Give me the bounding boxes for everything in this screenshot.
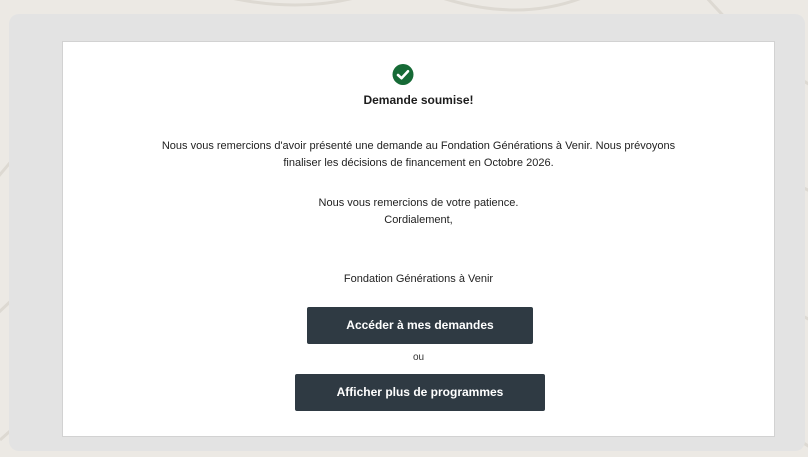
- confirmation-title: Demande soumise!: [363, 93, 474, 107]
- organization-signature: Fondation Générations à Venir: [343, 273, 494, 285]
- or-separator: ou: [412, 352, 425, 363]
- access-requests-button[interactable]: Accéder à mes demandes: [307, 307, 533, 344]
- patience-text: Nous vous remercions de votre patience.: [318, 197, 519, 209]
- confirmation-message-line-1: Nous vous remercions d'avoir présenté un…: [161, 140, 676, 152]
- confirmation-message: Nous vous remercions d'avoir présenté un…: [62, 138, 775, 172]
- check-circle-icon: [392, 64, 414, 85]
- confirmation-message-line-2: finaliser les décisions de financement e…: [283, 157, 554, 169]
- show-more-programs-button[interactable]: Afficher plus de programmes: [295, 374, 545, 411]
- regards-text: Cordialement,: [384, 214, 453, 226]
